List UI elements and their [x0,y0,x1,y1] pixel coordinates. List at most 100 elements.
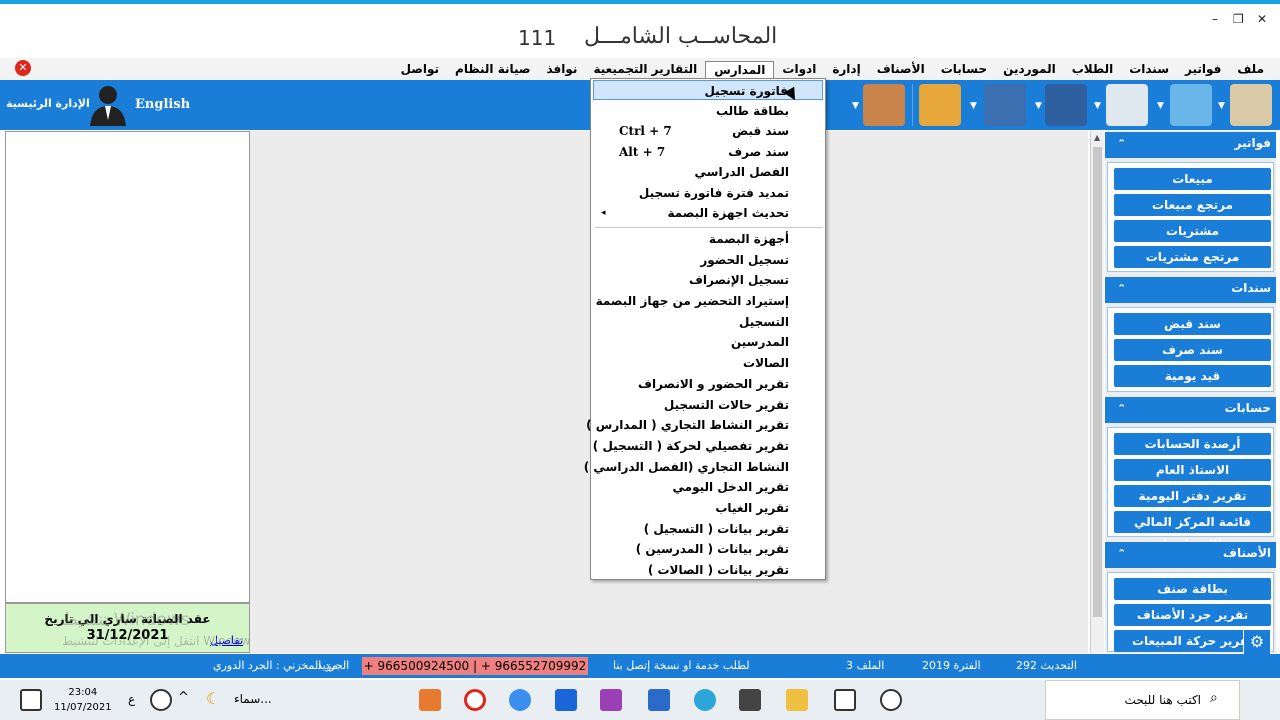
section-button[interactable]: مشتريات [1114,220,1271,242]
dropdown-arrow-icon[interactable]: ▼ [1218,101,1225,111]
menu-item-23[interactable]: تقرير بيانات ( الصالات ) [593,560,823,580]
store-icon[interactable] [739,689,761,711]
dropdown-arrow-icon[interactable]: ▼ [1094,101,1101,111]
menu-item-7[interactable]: أجهزة البصمة [593,229,823,249]
section-button[interactable]: قائمة المركز المالي (الميزانية) [1114,511,1271,551]
cortana-icon[interactable] [880,689,902,711]
menu-6[interactable]: الأصناف [869,61,933,81]
section-button[interactable]: تقرير دفتر اليومية [1114,485,1271,507]
dropdown-arrow-icon[interactable]: ▼ [970,101,977,111]
menu-4[interactable]: الموردين [995,61,1064,81]
opera-icon[interactable] [464,689,486,711]
menu-item-4[interactable]: الفصل الدراسي [593,162,823,182]
menu-item-19[interactable]: تقرير الدخل اليومي [593,477,823,497]
close-form-icon[interactable]: ✕ [15,60,31,76]
hierarchy-icon[interactable] [919,84,961,126]
menu-item-16[interactable]: تقرير النشاط التجاري ( المدارس ) [586,415,823,435]
menu-item-5[interactable]: تمديد فترة فاتورة تسجيل [593,183,823,203]
collapse-chevron-icon[interactable]: ⌃ [1117,547,1126,560]
scroll-up-icon[interactable]: ▲ [1094,133,1100,142]
register-icon[interactable] [984,84,1026,126]
menu-11[interactable]: نوافذ [539,61,586,81]
dropdown-arrow-icon[interactable]: ▼ [852,101,859,111]
edge-icon[interactable] [694,689,716,711]
winrar-icon[interactable] [600,689,622,711]
collapse-chevron-icon[interactable]: ⌃ [1117,137,1126,150]
activation-watermark-sub: انتقل إلى الإعدادات لتنشيط Windows. [62,634,261,648]
collapse-chevron-icon[interactable]: ⌃ [1117,282,1126,295]
wifi-icon[interactable] [150,689,172,711]
calculator-icon[interactable] [1230,84,1272,126]
menu-5[interactable]: حسابات [933,61,995,81]
menu-item-3[interactable]: سند صرف Alt + 7 [593,142,823,162]
box-icon[interactable] [863,84,905,126]
menu-item-22[interactable]: تقرير بيانات ( المدرسين ) [593,539,823,559]
menu-item-20[interactable]: تقرير الغياب [593,498,823,518]
teamviewer-icon[interactable] [555,689,577,711]
menu-item-8[interactable]: تسجيل الحضور [593,250,823,270]
section-button[interactable]: مبيعات [1114,168,1271,190]
close-icon[interactable]: ✕ [1257,12,1267,26]
home-label[interactable]: الإدارة الرئيسية [6,97,90,110]
menu-item-11[interactable]: التسجيل [593,312,823,332]
scroll-thumb[interactable] [1093,147,1102,617]
menu-item-label: تقرير بيانات ( التسجيل ) [643,522,789,536]
minimize-icon[interactable]: – [1212,12,1218,26]
menu-item-10[interactable]: إستيراد التحضير من جهاز البصمة [593,291,823,311]
mail-icon[interactable] [648,689,670,711]
menu-7[interactable]: إدارة [824,61,868,81]
section-button[interactable]: بطاقة صنف [1114,578,1271,600]
input-language[interactable]: ع [128,692,135,706]
language-button[interactable]: English [135,97,190,112]
menu-item-14[interactable]: تقرير الحضور و الانصراف [593,374,823,394]
menu-item-17[interactable]: تقرير تفصيلي لحركة ( التسجيل ) [593,436,823,456]
section-header-1[interactable]: سندات ⌃ [1105,277,1276,303]
section-button[interactable]: سند قبض [1114,313,1271,335]
app-orange-icon[interactable] [419,689,441,711]
user-icon[interactable] [88,84,128,126]
settings-icon[interactable]: ⚙ [1243,629,1271,655]
section-button[interactable]: قيد يومية [1114,365,1271,387]
menu-item-12[interactable]: المدرسين [593,332,823,352]
section-header-3[interactable]: الأصناف ⌃ [1105,542,1276,568]
menu-item-18[interactable]: النشاط التجاري (الفصل الدراسي ) [584,457,823,477]
section-button[interactable]: تقرير جرد الأصناف [1114,604,1271,626]
restore-icon[interactable]: ❐ [1233,12,1244,26]
section-header-0[interactable]: فواتير ⌃ [1105,132,1276,158]
section-button[interactable]: سند صرف [1114,339,1271,361]
collapse-chevron-icon[interactable]: ⌃ [1117,402,1126,415]
menu-13[interactable]: تواصل [393,61,447,81]
section-button[interactable]: الاستاذ العام [1114,459,1271,481]
menu-1[interactable]: فواتير [1177,61,1229,81]
menu-0[interactable]: ملف [1229,61,1272,81]
basket-icon[interactable] [1170,84,1212,126]
section-button[interactable]: مرتجع مشتريات [1114,246,1271,268]
menu-2[interactable]: سندات [1121,61,1177,81]
weather-text[interactable]: سماء... [234,692,272,706]
menu-item-6[interactable]: تحديث اجهزة البصمة ◂ [593,203,823,223]
menu-12[interactable]: صيانة النظام [447,61,538,81]
taskbar-clock[interactable]: 23:04 11/07/2021 [54,685,112,715]
menu-item-1[interactable]: بطاقة طالب [593,101,823,121]
dropdown-arrow-icon[interactable]: ▼ [1157,101,1164,111]
chrome-icon[interactable] [509,689,531,711]
menu-3[interactable]: الطلاب [1064,61,1121,81]
side-scrollbar[interactable]: ▲ [1090,131,1104,653]
menu-item-15[interactable]: تقرير حالات التسجيل [593,395,823,415]
pos-icon[interactable] [1045,84,1087,126]
menu-item-13[interactable]: الصالات [593,353,823,373]
folder-icon[interactable] [786,689,808,711]
dropdown-arrow-icon[interactable]: ▼ [1035,101,1042,111]
menu-item-21[interactable]: تقرير بيانات ( التسجيل ) [593,519,823,539]
section-button[interactable]: أرصدة الحسابات [1114,433,1271,455]
menu-item-2[interactable]: سند قبض Ctrl + 7 [593,121,823,141]
section-button[interactable]: مرتجع مبيعات [1114,194,1271,216]
section-header-2[interactable]: حسابات ⌃ [1105,397,1276,423]
task-view-icon[interactable] [834,689,856,711]
start-button[interactable] [1244,680,1280,720]
receipts-icon[interactable] [1106,84,1148,126]
notifications-icon[interactable] [20,689,42,711]
status-more[interactable]: مزيد [317,659,338,672]
tray-chevron-icon[interactable]: ^ [178,690,189,705]
menu-item-9[interactable]: تسجيل الإنصراف [593,270,823,290]
